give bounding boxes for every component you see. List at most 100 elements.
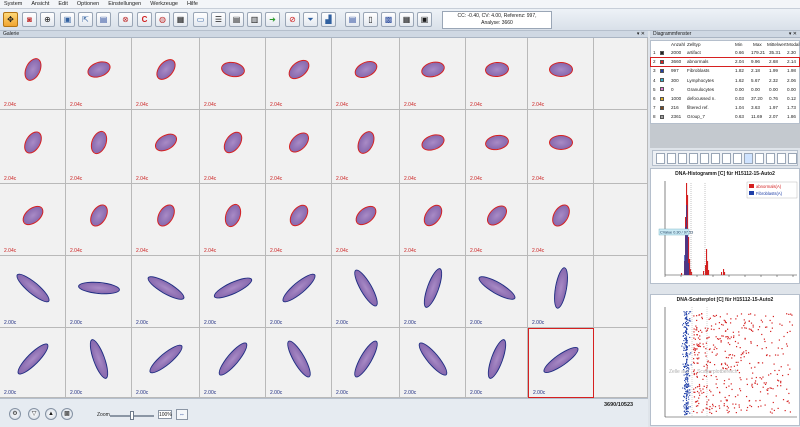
camera-button[interactable]: ◙ [22, 12, 37, 27]
menu-edit[interactable]: Edit [58, 1, 67, 7]
forward-button[interactable]: ➜ [265, 12, 280, 27]
zoom-fit-button[interactable]: ⇔ [176, 409, 188, 420]
color-swatch[interactable] [660, 59, 664, 64]
diagram-thumbnail[interactable] [678, 153, 687, 164]
gallery-cell[interactable]: 2.00c [332, 328, 400, 398]
gallery-cell[interactable]: 2.00c [0, 256, 66, 328]
list-button[interactable]: ☰ [211, 12, 226, 27]
gallery-cell[interactable]: 2.04c [528, 184, 594, 256]
color-swatch[interactable] [660, 114, 664, 119]
table-row[interactable]: 7 216 filtered ref. 1.04 3.63 1.97 1.73 [651, 104, 799, 112]
gallery-cell[interactable]: 2.00c [132, 328, 200, 398]
menu-optionen[interactable]: Optionen [77, 1, 99, 7]
gallery-cell[interactable]: 2.04c [0, 38, 66, 110]
stop-button[interactable]: ⊘ [285, 12, 300, 27]
gallery-cell[interactable]: 2.00c [466, 256, 528, 328]
gallery-cell[interactable]: 2.04c [466, 110, 528, 184]
gallery-cell[interactable]: 2.04c [332, 184, 400, 256]
color-swatch[interactable] [660, 50, 664, 55]
gallery-cell[interactable]: 2.04c [266, 184, 332, 256]
color-swatch[interactable] [660, 105, 664, 110]
gallery-cell[interactable]: 2.00c [200, 256, 266, 328]
color-swatch[interactable] [660, 68, 664, 73]
table-row[interactable]: 5 0 Granulocytes 0.00 0.00 0.00 0.00 [651, 86, 799, 94]
menu-ansicht[interactable]: Ansicht [31, 1, 49, 7]
gallery-cell[interactable]: 2.04c [400, 184, 466, 256]
gallery-cell[interactable] [594, 328, 648, 398]
help-ring-button[interactable]: ⊗ [118, 12, 133, 27]
color-swatch[interactable] [660, 78, 664, 83]
diagram-thumbnail[interactable] [722, 153, 731, 164]
gallery-cell[interactable]: 2.04c [200, 38, 266, 110]
gallery-cell[interactable]: 2.04c [132, 110, 200, 184]
color-swatch[interactable] [660, 96, 664, 101]
gallery-cell[interactable]: 2.04c [266, 38, 332, 110]
gallery-cell[interactable]: 2.04c [66, 184, 132, 256]
zoom-slider-thumb[interactable] [130, 411, 134, 420]
save-button[interactable]: ▤ [96, 12, 111, 27]
gallery-cell[interactable]: 2.00c [528, 256, 594, 328]
document-button[interactable]: ▯ [363, 12, 378, 27]
chart-button[interactable]: ▟ [321, 12, 336, 27]
table-row[interactable]: 4 300 Lymphocytes 1.62 5.67 2.32 2.06 [651, 77, 799, 85]
gallery-cell[interactable]: 2.00c [66, 256, 132, 328]
menu-werkzeuge[interactable]: Werkzeuge [150, 1, 178, 7]
gallery-cell[interactable]: 2.04c [266, 110, 332, 184]
gallery-cell[interactable]: 2.00c [528, 328, 594, 398]
gallery-cell[interactable] [594, 110, 648, 184]
table-button[interactable]: ▤ [229, 12, 244, 27]
gallery-cell[interactable]: 2.04c [400, 110, 466, 184]
scatter-plot[interactable]: Zelle aus … Scatterplotbereich [651, 297, 799, 425]
gallery-cell[interactable]: 2.00c [132, 256, 200, 328]
diagram-thumbnail[interactable] [744, 153, 753, 164]
diagram-thumbnail[interactable] [733, 153, 742, 164]
diagram-thumbnail[interactable] [656, 153, 665, 164]
gallery-cell[interactable]: 2.04c [66, 38, 132, 110]
gallery-cell[interactable]: 2.00c [266, 256, 332, 328]
report-button[interactable]: ▤ [345, 12, 360, 27]
diagram-thumbnail[interactable] [766, 153, 775, 164]
gallery-cell[interactable]: 2.04c [332, 110, 400, 184]
histogram-plot[interactable]: abnormals(A) Fibroblasts(A) CValue 0.30 / … [651, 171, 799, 283]
window-button[interactable]: ▭ [193, 12, 208, 27]
gallery-cell[interactable]: 2.00c [466, 328, 528, 398]
gallery-cell[interactable]: 2.00c [66, 328, 132, 398]
zoom-slider[interactable] [110, 411, 154, 420]
gallery-cell[interactable]: 2.04c [0, 184, 66, 256]
gallery-cell[interactable]: 2.00c [0, 328, 66, 398]
menu-einstellungen[interactable]: Einstellungen [108, 1, 141, 7]
table-row[interactable]: 8 2361 Group_7 0.63 11.69 2.07 1.86 [651, 113, 799, 121]
color-swatch[interactable] [660, 87, 664, 92]
diagram-thumbnail[interactable] [689, 153, 698, 164]
scroll-up-button[interactable]: ▲ [45, 408, 57, 420]
gallery-cell[interactable]: 2.04c [200, 184, 266, 256]
grid-view-button[interactable]: ▦ [173, 12, 188, 27]
gallery-cell[interactable]: 2.04c [466, 38, 528, 110]
menu-hilfe[interactable]: Hilfe [187, 1, 198, 7]
gallery-cell[interactable]: 2.00c [200, 328, 266, 398]
dish-button[interactable]: ◍ [155, 12, 170, 27]
gallery-cell[interactable]: 2.00c [400, 328, 466, 398]
table-row[interactable]: 1 2000 artifact 0.66 179.21 35.31 2.30 [651, 49, 799, 57]
gallery-cell[interactable]: 2.04c [528, 110, 594, 184]
gallery-cell[interactable] [594, 38, 648, 110]
table-row[interactable]: 2 3660 abnormals 2.04 9.96 2.68 2.14 [650, 57, 800, 67]
table-row[interactable]: 3 997 Fibroblasts 1.82 2.18 1.99 1.98 [651, 67, 799, 75]
gallery-cell[interactable]: 2.04c [400, 38, 466, 110]
gallery-cell[interactable]: 2.00c [332, 256, 400, 328]
diagram-thumbnail[interactable] [777, 153, 786, 164]
gallery-cell[interactable]: 2.00c [266, 328, 332, 398]
gallery-cell[interactable]: 2.04c [0, 110, 66, 184]
diagram-window-controls[interactable]: ▾ ✕ [789, 31, 797, 38]
panel-button[interactable]: ▥ [247, 12, 262, 27]
sort-round-button[interactable]: ▽ [28, 408, 40, 420]
gallery-cell[interactable]: 2.04c [132, 38, 200, 110]
table-row[interactable]: 6 1000 defocussed n. 0.03 37.20 0.76 0.12 [651, 95, 799, 103]
target-button[interactable]: ⊕ [40, 12, 55, 27]
diagram-thumbnail[interactable] [700, 153, 709, 164]
pattern-button[interactable]: ▩ [61, 408, 73, 420]
gallery-cell[interactable] [594, 184, 648, 256]
gallery-cell[interactable]: 2.04c [528, 38, 594, 110]
color-button[interactable]: C [137, 12, 152, 27]
filter-button[interactable]: ⏷ [303, 12, 318, 27]
